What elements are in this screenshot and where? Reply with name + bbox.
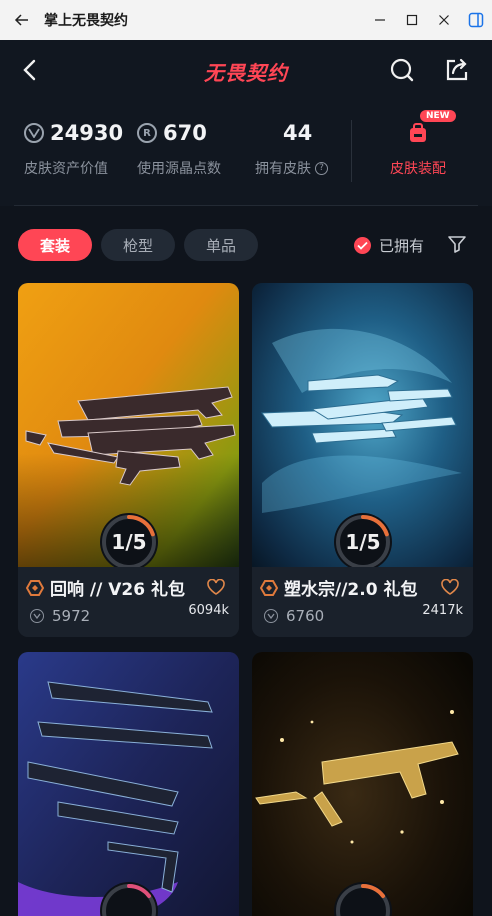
- bundle-name: 塑水宗//2.0 礼包: [284, 580, 418, 600]
- bundle-art-image: [18, 652, 239, 916]
- filter-button[interactable]: [446, 233, 468, 255]
- valorant-points-icon: [30, 609, 44, 623]
- asset-value-label: 皮肤资产价值: [24, 161, 108, 177]
- app-logo: 无畏契约: [204, 61, 288, 85]
- maximize-button[interactable]: [396, 0, 428, 40]
- collection-progress: [100, 882, 158, 916]
- bundle-card[interactable]: 1/5 回响 // V26 礼包 5972 6094k: [18, 283, 239, 637]
- points-used-label: 使用源晶点数: [137, 161, 221, 177]
- share-button[interactable]: [441, 54, 473, 86]
- tab-bundle[interactable]: 套装: [18, 229, 92, 261]
- radianite-points-icon: R: [137, 123, 157, 143]
- arrow-left-icon: [14, 14, 28, 26]
- minimize-button[interactable]: [364, 0, 396, 40]
- help-icon[interactable]: ?: [315, 161, 328, 175]
- skins-owned-value: 44: [283, 121, 313, 145]
- close-button[interactable]: [428, 0, 460, 40]
- owned-toggle[interactable]: 已拥有: [354, 235, 424, 256]
- new-badge: NEW: [420, 110, 456, 122]
- skins-owned-label: 拥有皮肤: [255, 161, 311, 177]
- valorant-points-icon: [264, 609, 278, 623]
- bundle-price: 6760: [286, 607, 325, 625]
- progress-ring: [102, 884, 156, 916]
- bundle-card[interactable]: [252, 652, 473, 916]
- collection-progress: [334, 882, 392, 916]
- tab-single[interactable]: 单品: [184, 229, 258, 261]
- asset-value: 24930: [50, 121, 124, 145]
- share-icon: [446, 58, 468, 81]
- bundle-art-image: [252, 652, 473, 916]
- minimize-icon: [375, 19, 385, 21]
- tier-gem-icon: [260, 579, 278, 596]
- app-header: 无畏契约: [0, 40, 492, 102]
- tab-weapon-type[interactable]: 枪型: [101, 229, 175, 261]
- points-used-value: 670: [163, 121, 207, 145]
- sidebar-toggle-button[interactable]: [460, 0, 492, 40]
- bundle-card[interactable]: 1/5 塑水宗//2.0 礼包 6760 2417k: [252, 283, 473, 637]
- bundle-price: 5972: [52, 607, 91, 625]
- bundle-name: 回响 // V26 礼包: [50, 580, 185, 600]
- window-title: 掌上无畏契约: [44, 13, 128, 29]
- bundle-card[interactable]: [18, 652, 239, 916]
- likes-count: 2417k: [422, 603, 463, 618]
- skins-owned-stat: 44 拥有皮肤 ?: [255, 118, 328, 178]
- window-back-button[interactable]: [0, 0, 44, 40]
- search-button[interactable]: [386, 54, 418, 86]
- divider: [351, 120, 352, 182]
- points-used-stat: R 670 使用源晶点数: [137, 118, 221, 178]
- progress-text: 1/5: [111, 530, 147, 554]
- heart-icon: [207, 579, 225, 595]
- sidebar-panel-icon: [468, 12, 484, 28]
- skin-equip-button[interactable]: NEW 皮肤装配: [372, 110, 464, 178]
- owned-label: 已拥有: [379, 237, 425, 255]
- backpack-icon: [410, 123, 426, 142]
- stats-panel: 24930 皮肤资产价值 R 670 使用源晶点数 44 拥有皮肤 ? NEW …: [0, 102, 492, 206]
- valorant-points-icon: [24, 123, 44, 143]
- favorite-button[interactable]: [440, 577, 460, 597]
- collection-progress: 1/5: [100, 513, 158, 571]
- asset-value-stat: 24930 皮肤资产价值: [24, 118, 123, 178]
- progress-text: 1/5: [345, 530, 381, 554]
- window-title-bar: 掌上无畏契约: [0, 0, 492, 40]
- close-icon: [439, 15, 449, 25]
- maximize-icon: [406, 14, 418, 26]
- filter-bar: 套装 枪型 单品 已拥有: [0, 206, 492, 278]
- funnel-icon: [448, 236, 466, 253]
- likes-count: 6094k: [188, 603, 229, 618]
- skin-equip-label: 皮肤装配: [390, 161, 446, 177]
- check-icon: [354, 237, 371, 254]
- heart-icon: [441, 579, 459, 595]
- tier-gem-icon: [26, 579, 44, 596]
- progress-ring: [336, 884, 390, 916]
- favorite-button[interactable]: [206, 577, 226, 597]
- collection-progress: 1/5: [334, 513, 392, 571]
- search-icon: [390, 58, 414, 82]
